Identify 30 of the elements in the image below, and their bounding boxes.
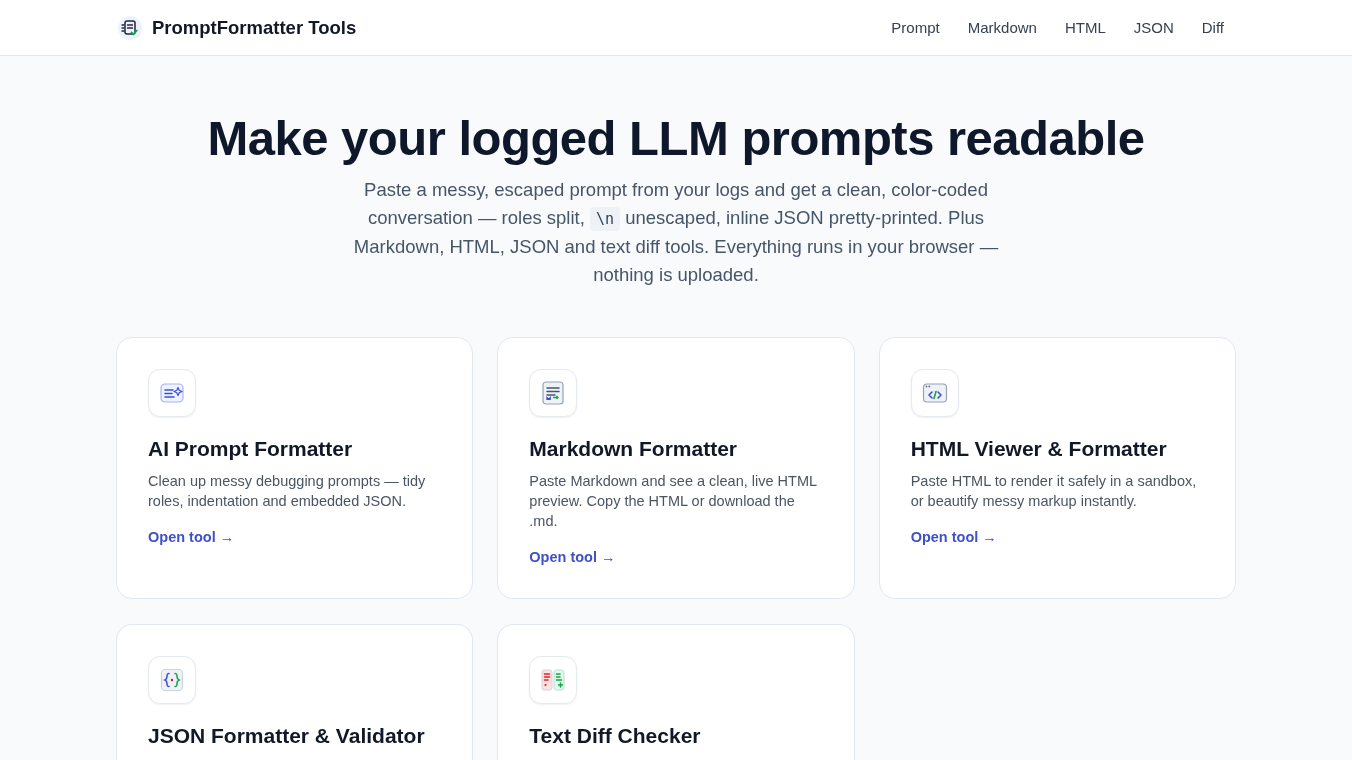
card-title: Text Diff Checker: [529, 723, 701, 749]
nav-link[interactable]: JSON: [1119, 13, 1188, 42]
nav-link[interactable]: Markdown: [953, 13, 1051, 42]
open-tool-link[interactable]: Open tool →: [529, 547, 616, 567]
brand-name[interactable]: PromptFormatter Tools: [152, 16, 357, 39]
tool-card[interactable]: AI Prompt Formatter Clean up messy debugging prompts — tidy roles, indentation and embedded JSON. Open tool →: [116, 337, 474, 599]
document-icon: [529, 369, 578, 417]
nav-link[interactable]: Prompt: [877, 13, 954, 42]
card-title: HTML Viewer & Formatter: [910, 436, 1167, 462]
card-description: Paste HTML to render it safely in a sandbox, or beautify messy markup instantly.: [910, 472, 1198, 511]
document-check-icon: [118, 15, 142, 40]
card-description: Clean up messy debugging prompts — tidy roles, indentation and embedded JSON.: [148, 472, 427, 511]
card-title: AI Prompt Formatter: [148, 436, 353, 462]
braces-icon: [148, 656, 196, 704]
sparkle-lines-icon: [148, 369, 196, 417]
open-tool-link[interactable]: Open tool →: [148, 527, 235, 547]
code-window-icon: [910, 369, 959, 417]
hero-description: Paste a messy, escaped prompt from your logs and get a clean, color-coded conversation — roles split, \n unescaped, inline JSON pretty-printed. Plus Markdown, HTML, JSON and text diff tools. Everything runs in your browser — nothing is uploaded.: [352, 178, 1000, 287]
tool-card[interactable]: Markdown Formatter Paste Markdown and see a clean, live HTML preview. Copy the HTML or download the .md. Open tool →: [497, 337, 855, 599]
tool-card[interactable]: Text Diff Checker: [497, 624, 855, 760]
hero-title: Make your logged LLM prompts readable: [206, 110, 1146, 167]
compare-panels-icon: [529, 656, 578, 704]
tool-card[interactable]: HTML Viewer & Formatter Paste HTML to render it safely in a sandbox, or beautify messy markup instantly. Open tool →: [878, 337, 1236, 599]
card-title: JSON Formatter & Validator: [148, 723, 425, 749]
card-description: Paste Markdown and see a clean, live HTML preview. Copy the HTML or download the .md.: [529, 472, 818, 531]
card-title: Markdown Formatter: [529, 436, 738, 462]
tool-card[interactable]: JSON Formatter & Validator: [116, 624, 474, 760]
nav-link[interactable]: Diff: [1187, 13, 1234, 42]
open-tool-link[interactable]: Open tool →: [910, 527, 997, 547]
nav-link[interactable]: HTML: [1050, 13, 1120, 42]
